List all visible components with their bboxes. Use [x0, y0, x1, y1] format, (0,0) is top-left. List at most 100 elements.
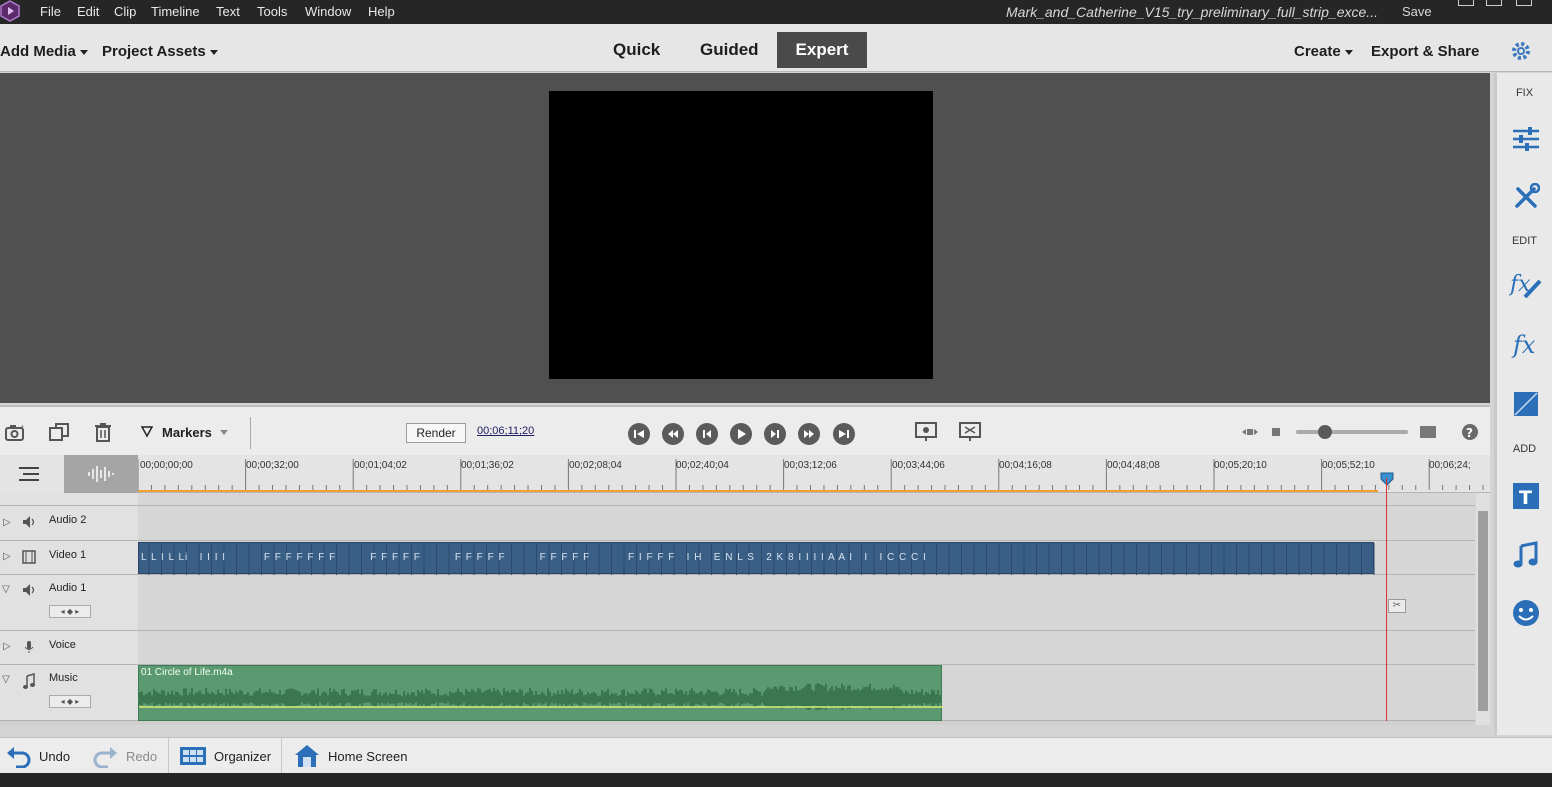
track-header-voice[interactable]: ▷ Voice: [0, 631, 138, 665]
music-note-icon[interactable]: [1507, 537, 1545, 573]
organizer-button[interactable]: Organizer: [179, 738, 271, 774]
horizontal-scrollbar[interactable]: [0, 721, 1475, 725]
project-assets-button[interactable]: Project Assets: [102, 43, 218, 60]
chevron-down-icon: [1344, 49, 1353, 55]
menu-file[interactable]: File: [40, 4, 61, 19]
vertical-scrollbar[interactable]: [1476, 493, 1490, 725]
undo-button[interactable]: Undo: [6, 738, 70, 774]
expand-triangle-icon[interactable]: ▷: [3, 641, 11, 652]
graphics-smiley-icon[interactable]: [1507, 595, 1545, 631]
transitions-icon[interactable]: [1507, 386, 1545, 422]
keyframe-nav-icon[interactable]: ◂ ◆ ▸: [49, 695, 91, 708]
video-clip[interactable]: L L I L Li I I I I F F F F F F F F F F F…: [138, 542, 1375, 575]
adjustments-icon[interactable]: [1507, 121, 1545, 157]
vertical-scrollbar-thumb[interactable]: [1478, 511, 1488, 711]
ruler-scale[interactable]: 00;00;00;00 00;00;32;00 00;01;04;02 00;0…: [138, 455, 1490, 493]
film-icon[interactable]: [22, 550, 36, 567]
current-timecode[interactable]: 00;06;11;20: [477, 425, 534, 437]
zoom-in-icon[interactable]: [1418, 424, 1438, 440]
menu-tools[interactable]: Tools: [257, 4, 287, 19]
track-header-video1[interactable]: ▷ Video 1: [0, 541, 138, 575]
microphone-icon[interactable]: [24, 640, 34, 657]
track-name: Voice: [49, 639, 76, 651]
fullscreen-icon[interactable]: [958, 421, 982, 443]
zoom-slider[interactable]: [1296, 425, 1408, 439]
collapse-triangle-icon[interactable]: ▽: [2, 584, 10, 595]
project-assets-label: Project Assets: [102, 43, 206, 60]
expand-triangle-icon[interactable]: ▷: [3, 551, 11, 562]
menu-edit[interactable]: Edit: [77, 4, 99, 19]
ruler-tick-label: 00;03;44;06: [892, 460, 945, 471]
playhead-line[interactable]: [1386, 478, 1387, 721]
track-list-icon[interactable]: [16, 463, 42, 485]
render-button[interactable]: Render: [406, 423, 466, 443]
tools-icon[interactable]: [1507, 179, 1545, 215]
speaker-icon[interactable]: [22, 515, 38, 532]
next-edit-icon[interactable]: [798, 423, 820, 445]
camera-icon[interactable]: *: [4, 421, 28, 443]
previous-edit-icon[interactable]: [662, 423, 684, 445]
gear-icon[interactable]: [1510, 40, 1532, 66]
work-area-bar[interactable]: [138, 490, 1378, 492]
smart-trim-icon[interactable]: [47, 421, 71, 443]
text-title-icon[interactable]: T: [1507, 478, 1545, 514]
menu-timeline[interactable]: Timeline: [151, 4, 200, 19]
add-media-button[interactable]: Add Media: [0, 43, 88, 60]
tab-guided[interactable]: Guided: [700, 32, 759, 68]
collapse-triangle-icon[interactable]: ▽: [2, 674, 10, 685]
close-icon[interactable]: [1516, 0, 1532, 6]
menu-text[interactable]: Text: [216, 4, 240, 19]
track-header-music[interactable]: ▽ Music ◂ ◆ ▸: [0, 665, 138, 721]
scissors-icon[interactable]: ✂: [1388, 599, 1406, 613]
track-header-audio1[interactable]: ▽ Audio 1 ◂ ◆ ▸: [0, 575, 138, 631]
svg-text:T: T: [1519, 487, 1532, 509]
track-video1[interactable]: L L I L Li I I I I F F F F F F F F F F F…: [138, 541, 1475, 575]
menu-help[interactable]: Help: [368, 4, 395, 19]
app-logo-icon: [0, 0, 20, 22]
zoom-fit-icon[interactable]: [1240, 425, 1260, 439]
trash-icon[interactable]: [92, 421, 114, 443]
track-music[interactable]: 01 Circle of Life.m4a: [138, 665, 1475, 721]
music-clip[interactable]: 01 Circle of Life.m4a: [138, 665, 943, 721]
fx-edit-icon[interactable]: fx: [1507, 267, 1545, 303]
track-audio2[interactable]: [138, 506, 1475, 541]
mode-bar: Add Media Project Assets Quick Guided Ex…: [0, 24, 1552, 72]
music-note-icon[interactable]: [22, 673, 36, 692]
export-share-button[interactable]: Export & Share: [1371, 43, 1479, 60]
zoom-slider-thumb[interactable]: [1318, 425, 1332, 439]
preview-settings-icon[interactable]: [914, 421, 938, 443]
play-icon[interactable]: [730, 423, 752, 445]
save-button[interactable]: Save: [1402, 4, 1432, 19]
time-ruler[interactable]: 00;00;00;00 00;00;32;00 00;01;04;02 00;0…: [0, 455, 1490, 493]
menu-clip[interactable]: Clip: [114, 4, 136, 19]
create-button[interactable]: Create: [1294, 43, 1353, 60]
maximize-icon[interactable]: [1486, 0, 1502, 6]
go-to-start-icon[interactable]: [628, 423, 650, 445]
go-to-end-icon[interactable]: [833, 423, 855, 445]
help-icon[interactable]: ?: [1460, 422, 1480, 442]
home-screen-button[interactable]: Home Screen: [294, 738, 407, 774]
track-audio1[interactable]: ✂: [138, 575, 1475, 631]
step-back-icon[interactable]: [696, 423, 718, 445]
fx-icon[interactable]: fx: [1507, 327, 1545, 363]
timeline-toolbar: * Markers Render 00;06;11;20 ?: [0, 405, 1490, 455]
track-header-audio2[interactable]: ▷ Audio 2: [0, 506, 138, 541]
ruler-tick-label: 00;04;16;08: [999, 460, 1052, 471]
markers-dropdown[interactable]: Markers: [140, 422, 228, 442]
tab-expert[interactable]: Expert: [777, 32, 867, 68]
step-forward-icon[interactable]: [764, 423, 786, 445]
expand-triangle-icon[interactable]: ▷: [3, 517, 11, 528]
video-preview[interactable]: [549, 91, 933, 379]
home-screen-label: Home Screen: [328, 748, 408, 764]
keyframe-nav-icon[interactable]: ◂ ◆ ▸: [49, 605, 91, 618]
audio-view-button[interactable]: [64, 455, 138, 493]
track-voice[interactable]: [138, 631, 1475, 665]
minimize-icon[interactable]: [1458, 0, 1474, 6]
redo-icon: [93, 747, 117, 768]
tab-quick[interactable]: Quick: [613, 32, 660, 68]
menu-window[interactable]: Window: [305, 4, 351, 19]
speaker-icon[interactable]: [22, 583, 38, 600]
redo-button[interactable]: Redo: [92, 738, 157, 774]
playhead-handle[interactable]: [1380, 472, 1394, 486]
zoom-out-icon[interactable]: [1270, 426, 1282, 438]
